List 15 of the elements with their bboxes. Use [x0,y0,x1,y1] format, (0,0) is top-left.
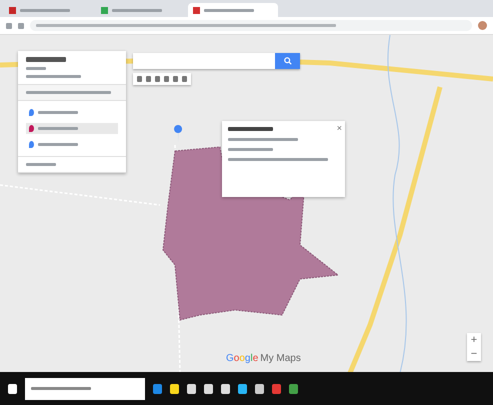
search-button[interactable] [275,53,300,69]
browser-tab[interactable] [188,3,278,17]
search-field[interactable] [133,53,300,69]
layer-item[interactable] [26,123,118,134]
avatar-icon [478,21,487,30]
logo-suffix-text: My Maps [260,353,301,364]
taskbar-search-field[interactable] [25,378,145,400]
zoom-out-button[interactable]: − [467,347,481,361]
map-logo-text: Google [226,353,258,364]
map-toolbar [133,73,191,85]
close-button[interactable]: × [336,123,342,133]
area-polygon[interactable] [162,146,340,321]
search-icon [284,57,292,65]
zoom-in-button[interactable]: + [467,333,481,347]
start-icon[interactable] [8,384,17,394]
